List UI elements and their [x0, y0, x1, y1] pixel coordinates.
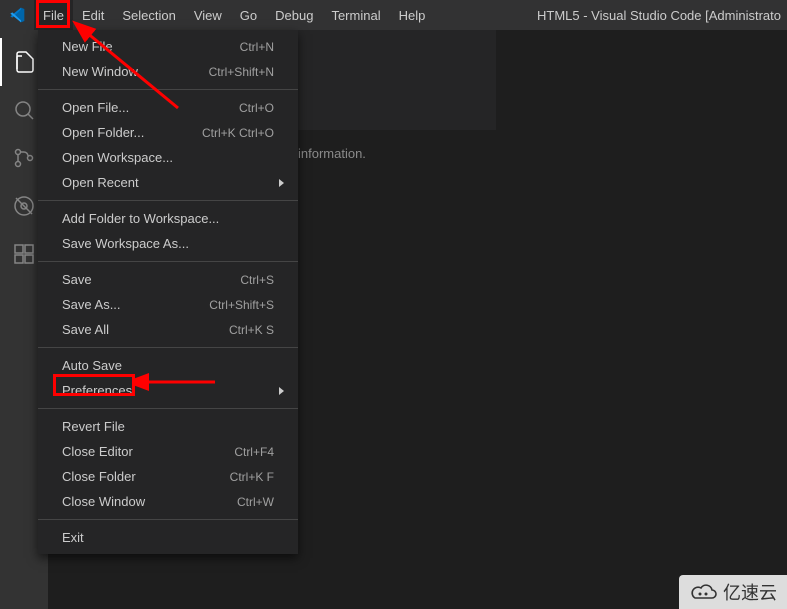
menu-label: Close Editor [62, 444, 234, 459]
menu-close-editor[interactable]: Close EditorCtrl+F4 [38, 439, 298, 464]
chevron-right-icon [279, 179, 284, 187]
menu-shortcut: Ctrl+W [237, 495, 274, 509]
menu-label: Add Folder to Workspace... [62, 211, 274, 226]
menu-go[interactable]: Go [231, 0, 266, 30]
menu-save[interactable]: SaveCtrl+S [38, 267, 298, 292]
menu-revert-file[interactable]: Revert File [38, 414, 298, 439]
menu-open-file[interactable]: Open File...Ctrl+O [38, 95, 298, 120]
menu-shortcut: Ctrl+F4 [234, 445, 274, 459]
menu-label: Save As... [62, 297, 209, 312]
menu-terminal[interactable]: Terminal [322, 0, 389, 30]
watermark-badge: 亿速云 [679, 575, 787, 609]
menu-edit[interactable]: Edit [73, 0, 113, 30]
menu-shortcut: Ctrl+N [240, 40, 274, 54]
menu-label: Open Recent [62, 175, 274, 190]
menu-open-recent[interactable]: Open Recent [38, 170, 298, 195]
menu-shortcut: Ctrl+K Ctrl+O [202, 126, 274, 140]
menu-label: Revert File [62, 419, 274, 434]
menubar: File Edit Selection View Go Debug Termin… [34, 0, 537, 30]
menu-shortcut: Ctrl+O [239, 101, 274, 115]
menu-label: Exit [62, 530, 274, 545]
menu-label: New Window [62, 64, 209, 79]
menu-separator [38, 408, 298, 409]
menu-selection[interactable]: Selection [113, 0, 184, 30]
menu-label: Open Workspace... [62, 150, 274, 165]
menu-auto-save[interactable]: Auto Save [38, 353, 298, 378]
titlebar: File Edit Selection View Go Debug Termin… [0, 0, 787, 30]
menu-shortcut: Ctrl+Shift+S [209, 298, 274, 312]
menu-label: Open Folder... [62, 125, 202, 140]
menu-label: Save [62, 272, 240, 287]
menu-label: Open File... [62, 100, 239, 115]
watermark-text: 亿速云 [723, 579, 777, 605]
menu-separator [38, 261, 298, 262]
file-menu-dropdown: New FileCtrl+N New WindowCtrl+Shift+N Op… [38, 30, 298, 554]
cloud-icon [689, 583, 719, 601]
menu-label: Preferences [62, 383, 274, 398]
menu-preferences[interactable]: Preferences [38, 378, 298, 403]
menu-shortcut: Ctrl+K S [229, 323, 274, 337]
menu-save-all[interactable]: Save AllCtrl+K S [38, 317, 298, 342]
menu-open-folder[interactable]: Open Folder...Ctrl+K Ctrl+O [38, 120, 298, 145]
menu-save-workspace-as[interactable]: Save Workspace As... [38, 231, 298, 256]
window-title: HTML5 - Visual Studio Code [Administrato [537, 8, 787, 23]
menu-separator [38, 519, 298, 520]
menu-close-folder[interactable]: Close FolderCtrl+K F [38, 464, 298, 489]
menu-label: Save All [62, 322, 229, 337]
menu-new-file[interactable]: New FileCtrl+N [38, 34, 298, 59]
menu-shortcut: Ctrl+S [240, 273, 274, 287]
menu-separator [38, 200, 298, 201]
menu-add-folder[interactable]: Add Folder to Workspace... [38, 206, 298, 231]
chevron-right-icon [279, 387, 284, 395]
menu-open-workspace[interactable]: Open Workspace... [38, 145, 298, 170]
menu-view[interactable]: View [185, 0, 231, 30]
menu-shortcut: Ctrl+Shift+N [209, 65, 274, 79]
menu-debug[interactable]: Debug [266, 0, 322, 30]
menu-save-as[interactable]: Save As...Ctrl+Shift+S [38, 292, 298, 317]
menu-close-window[interactable]: Close WindowCtrl+W [38, 489, 298, 514]
menu-separator [38, 89, 298, 90]
menu-exit[interactable]: Exit [38, 525, 298, 550]
menu-label: Save Workspace As... [62, 236, 274, 251]
menu-label: Auto Save [62, 358, 274, 373]
menu-shortcut: Ctrl+K F [230, 470, 274, 484]
menu-label: Close Folder [62, 469, 230, 484]
menu-label: New File [62, 39, 240, 54]
menu-help[interactable]: Help [390, 0, 435, 30]
info-text: information. [298, 146, 366, 161]
menu-label: Close Window [62, 494, 237, 509]
vscode-logo-icon [8, 6, 26, 24]
menu-new-window[interactable]: New WindowCtrl+Shift+N [38, 59, 298, 84]
menu-separator [38, 347, 298, 348]
menu-file[interactable]: File [34, 0, 73, 30]
